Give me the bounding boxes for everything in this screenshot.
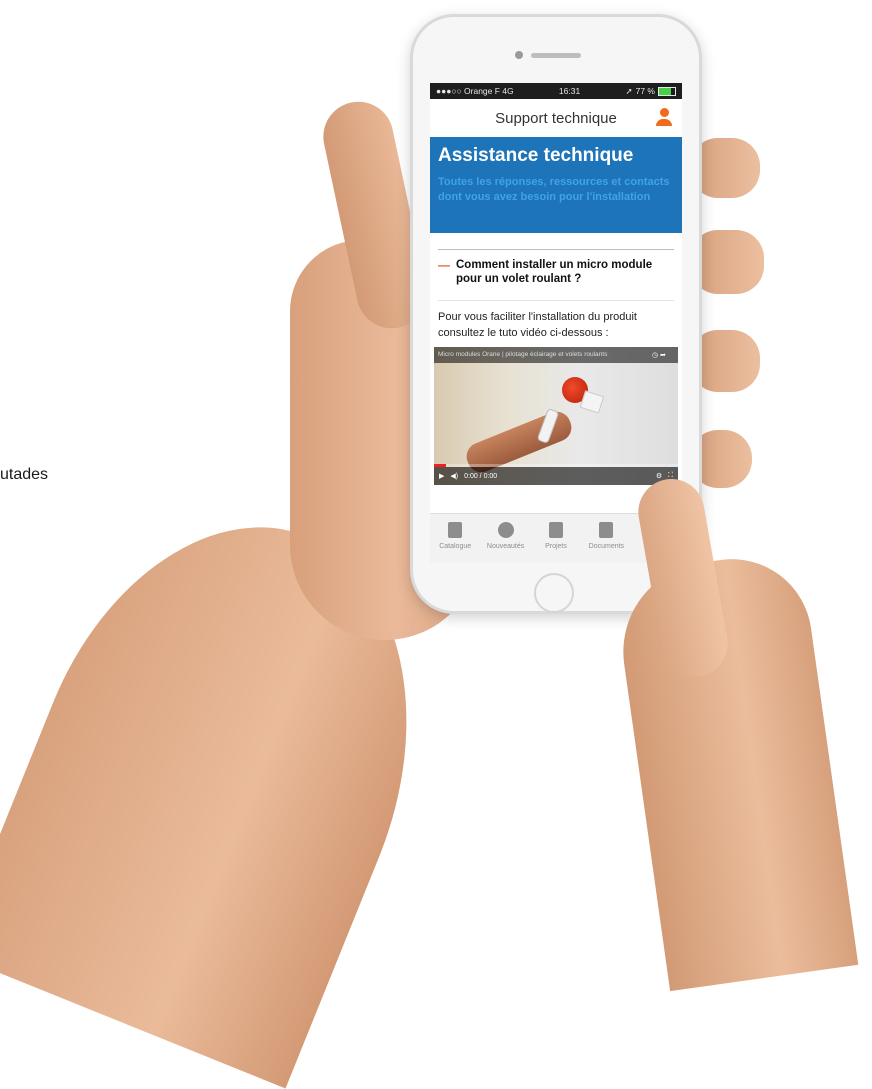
- home-button[interactable]: [534, 573, 574, 613]
- location-icon: ➚: [625, 85, 633, 96]
- carrier-label: ●●●○○ Orange F 4G: [436, 86, 514, 96]
- battery-icon: [657, 86, 676, 96]
- catalogue-icon: [448, 522, 463, 538]
- video-white-module: [579, 390, 605, 414]
- user-icon[interactable]: [656, 108, 672, 128]
- hero-banner: Assistance technique Toutes les réponses…: [430, 137, 682, 233]
- tab-catalogue[interactable]: Catalogue: [432, 522, 478, 550]
- right-arm: [611, 548, 859, 992]
- download-icon: [599, 522, 614, 538]
- volume-icon[interactable]: ◀): [450, 472, 458, 480]
- status-bar: ●●●○○ Orange F 4G 16:31 ➚ 77 %: [430, 83, 682, 99]
- document-icon: [548, 522, 563, 538]
- tab-projets[interactable]: Projets: [533, 522, 579, 550]
- page-text-fragment: utades: [0, 466, 49, 483]
- hero-title: Assistance technique: [438, 145, 634, 166]
- play-icon[interactable]: ▶: [439, 472, 444, 480]
- status-right: ➚ 77 %: [625, 86, 676, 97]
- clock: 16:31: [558, 86, 581, 96]
- intro-text: Pour vous faciliter l'installation du pr…: [438, 300, 674, 341]
- share-icon[interactable]: ◷ ➦: [652, 351, 672, 359]
- video-controls: ▶ ◀) 0:00 / 0:00 ⚙ ⛶: [434, 467, 678, 485]
- video-title: Micro modules Orane | pilotage éclairage…: [434, 347, 678, 363]
- alert-icon: [497, 522, 514, 538]
- tab-documents[interactable]: Documents: [583, 522, 629, 550]
- faq-question: Comment installer un micro module pour u…: [456, 259, 653, 285]
- front-camera: [515, 51, 523, 59]
- battery-fill: [658, 87, 672, 95]
- settings-icon[interactable]: ⚙: [656, 472, 662, 480]
- collapse-dash-icon: —: [438, 258, 450, 272]
- nav-title: Support technique: [495, 109, 617, 127]
- tab-nouveautes[interactable]: Nouveautés: [483, 522, 529, 550]
- video-time: 0:00 / 0:00: [464, 472, 498, 480]
- nav-bar: Support technique: [430, 99, 682, 137]
- hero-subtitle: Toutes les réponses, ressources et conta…: [438, 176, 670, 203]
- earpiece-speaker: [531, 53, 581, 58]
- video-player[interactable]: Micro modules Orane | pilotage éclairage…: [434, 347, 678, 485]
- battery-percent: 77 %: [635, 86, 655, 96]
- faq-item[interactable]: — Comment installer un micro module pour…: [438, 249, 674, 286]
